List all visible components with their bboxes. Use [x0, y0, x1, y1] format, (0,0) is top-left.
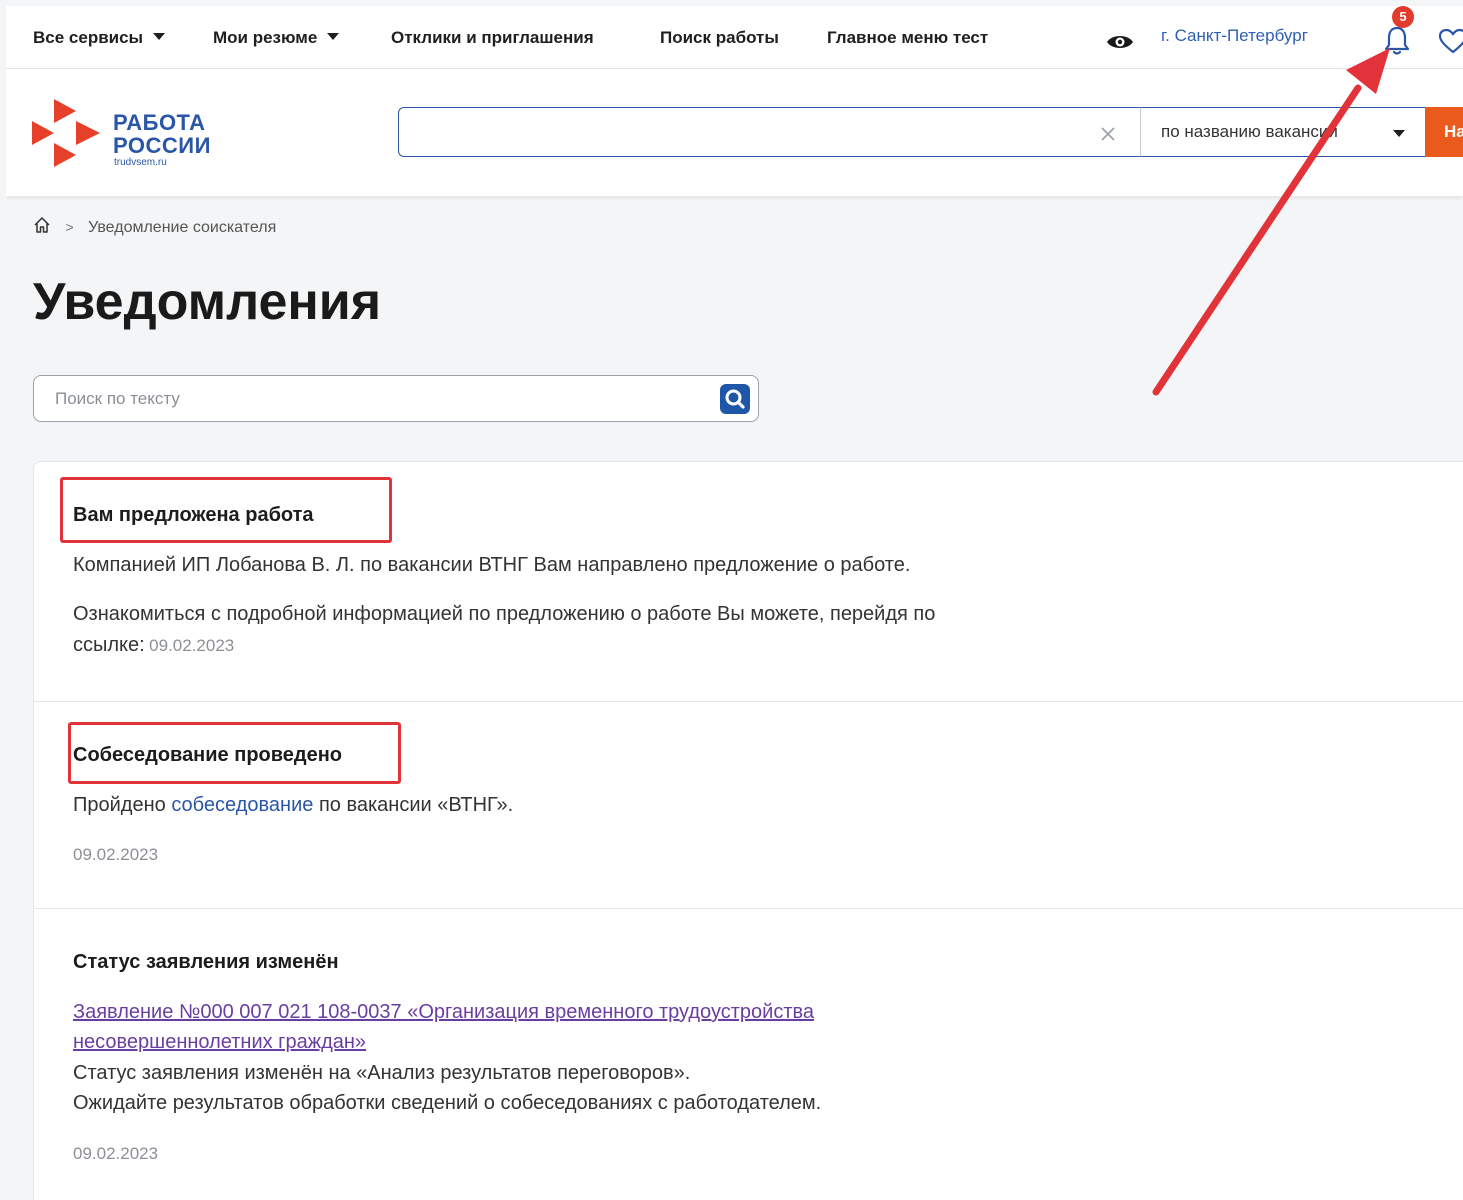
logo-subtitle: trudvsem.ru — [114, 157, 167, 168]
nav-all-services[interactable]: Все сервисы — [33, 28, 166, 48]
application-link-line2[interactable]: несовершеннолетних граждан» — [73, 1027, 814, 1057]
notification-text: по вакансии «ВТНГ». — [318, 794, 514, 816]
top-navigation: Все сервисы Мои резюме Отклики и приглаш… — [6, 6, 1463, 69]
search-type-label: по названию вакансии — [1161, 122, 1338, 141]
breadcrumb-current: Уведомление соискателя — [88, 219, 277, 236]
logo-title-line1: РАБОТА — [113, 110, 206, 135]
page-frame: Все сервисы Мои резюме Отклики и приглаш… — [6, 0, 1463, 1200]
nav-my-resumes[interactable]: Мои резюме — [213, 28, 340, 48]
notification-item: Вам предложена работа Компанией ИП Лобан… — [34, 462, 1463, 702]
notification-date: 09.02.2023 — [73, 845, 159, 864]
notification-title: Статус заявления изменён — [73, 951, 339, 973]
notification-title: Вам предложена работа — [73, 504, 314, 526]
logo-title: РАБОТА РОССИИ — [113, 111, 211, 157]
clear-icon[interactable] — [1100, 126, 1116, 142]
nav-main-menu-test[interactable]: Главное меню тест — [827, 28, 988, 48]
breadcrumb: > Уведомление соискателя — [33, 216, 276, 237]
notification-text: Пройдено — [73, 794, 166, 816]
nav-responses[interactable]: Отклики и приглашения — [391, 28, 594, 48]
notification-search-input[interactable] — [53, 376, 717, 422]
notification-count-badge: 5 — [1392, 6, 1414, 28]
logo-title-line2: РОССИИ — [113, 133, 211, 158]
nav-job-search[interactable]: Поиск работы — [660, 28, 779, 48]
notification-text-row: ссылке: 09.02.2023 — [73, 630, 234, 660]
notification-text-row: Пройдено собеседование по вакансии «ВТНГ… — [73, 790, 513, 820]
nav-my-resumes-label: Мои резюме — [213, 28, 318, 47]
heart-icon[interactable] — [1438, 28, 1463, 54]
notification-text: Статус заявления изменён на «Анализ резу… — [73, 1062, 691, 1084]
notification-search-field[interactable] — [33, 375, 759, 422]
search-button[interactable] — [720, 384, 750, 414]
notifications-list: Вам предложена работа Компанией ИП Лобан… — [33, 461, 1463, 1200]
page-title: Уведомления — [33, 273, 382, 331]
notification-text: ссылке: — [73, 634, 145, 656]
bell-icon[interactable] — [1384, 24, 1410, 56]
chevron-down-icon — [327, 33, 340, 40]
notification-text: Компанией ИП Лобанова В. Л. по вакансии … — [73, 554, 911, 576]
vacancy-search-field[interactable] — [398, 107, 1140, 157]
city-selector[interactable]: г. Санкт-Петербург — [1161, 26, 1308, 46]
search-icon — [725, 389, 745, 409]
breadcrumb-separator: > — [65, 219, 74, 235]
site-header: РАБОТА РОССИИ trudvsem.ru по названию ва… — [6, 69, 1463, 196]
home-icon[interactable] — [33, 216, 51, 234]
vacancy-search-input[interactable] — [413, 108, 1097, 156]
interview-link[interactable]: собеседование — [171, 794, 313, 816]
application-link-line1[interactable]: Заявление №000 007 021 108-0037 «Организ… — [73, 997, 814, 1027]
rabota-rossii-logo[interactable] — [32, 99, 106, 169]
find-button[interactable]: Найти — [1425, 107, 1463, 157]
chevron-down-icon — [1393, 130, 1405, 137]
notification-text: Ознакомиться с подробной информацией по … — [73, 603, 936, 625]
notification-title: Собеседование проведено — [73, 744, 343, 766]
nav-all-services-label: Все сервисы — [33, 28, 144, 47]
application-link[interactable]: Заявление №000 007 021 108-0037 «Организ… — [73, 997, 814, 1057]
notification-text: Ожидайте результатов обработки сведений … — [73, 1092, 822, 1114]
search-type-select[interactable]: по названию вакансии — [1140, 107, 1426, 157]
notification-date: 09.02.2023 — [149, 636, 235, 655]
chevron-down-icon — [153, 33, 166, 40]
notification-item: Собеседование проведено Пройдено собесед… — [34, 702, 1463, 909]
notification-date: 09.02.2023 — [73, 1144, 159, 1163]
eye-icon[interactable] — [1106, 33, 1134, 51]
notification-item: Статус заявления изменён Заявление №000 … — [34, 909, 1463, 1200]
